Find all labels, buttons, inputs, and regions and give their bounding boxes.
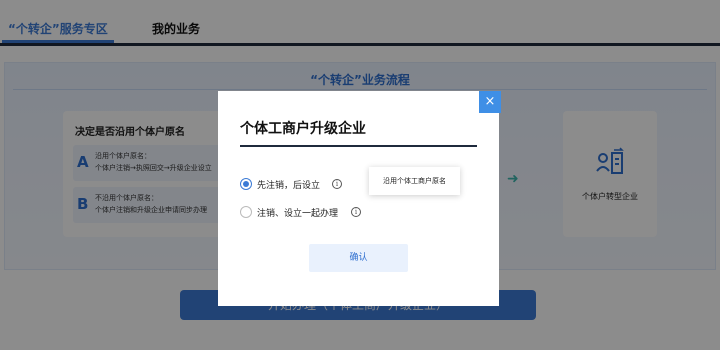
upgrade-modal: 个体工商户升级企业 × 先注销，后设立 i 沿用个体工商户原名 注销、设立一起办… bbox=[218, 91, 501, 306]
modal-title: 个体工商户升级企业 bbox=[240, 121, 366, 137]
modal-divider bbox=[240, 145, 477, 147]
info-icon[interactable]: i bbox=[351, 207, 361, 217]
radio-button[interactable] bbox=[240, 178, 252, 190]
info-icon[interactable]: i bbox=[332, 179, 342, 189]
radio-label[interactable]: 注销、设立一起办理 bbox=[257, 206, 338, 219]
confirm-button[interactable]: 确认 bbox=[309, 244, 408, 272]
close-icon[interactable]: × bbox=[479, 91, 501, 113]
radio-button[interactable] bbox=[240, 206, 252, 218]
tooltip: 沿用个体工商户原名 bbox=[369, 167, 460, 195]
radio-label[interactable]: 先注销，后设立 bbox=[257, 178, 320, 191]
